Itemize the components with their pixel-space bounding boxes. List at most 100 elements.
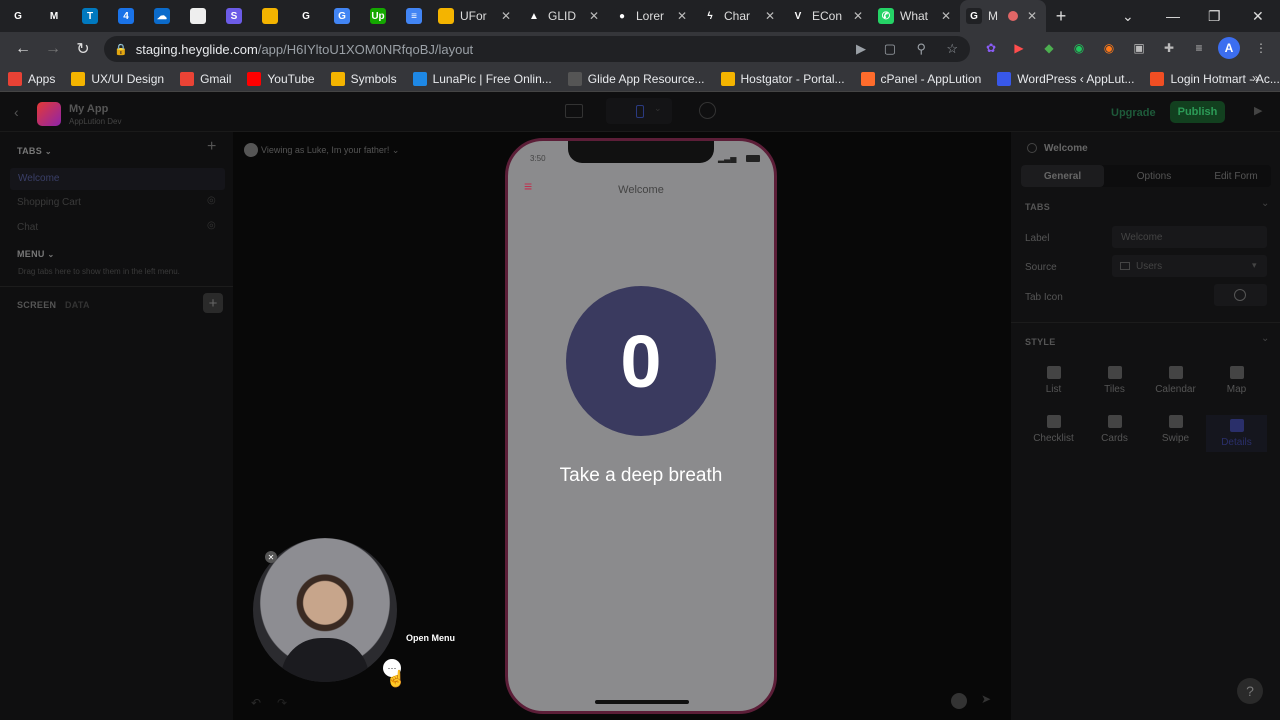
browser-tab[interactable]: G [288, 0, 324, 32]
upgrade-link[interactable]: Upgrade [1111, 107, 1156, 119]
bookmark-item[interactable]: Login Hotmart - Ac... [1142, 71, 1280, 86]
close-tab-icon[interactable]: ✕ [586, 9, 602, 23]
redo-icon[interactable]: ↷ [277, 696, 287, 710]
sidebar-item-shopping-cart[interactable]: Shopping Cart [17, 197, 81, 208]
media-control-icon[interactable]: ≡ [1188, 37, 1210, 59]
browser-tab[interactable]: G [0, 0, 36, 32]
browser-tab[interactable]: G [324, 0, 360, 32]
tabs-section-header[interactable]: TABS ⌄ [17, 146, 52, 156]
screen-tab[interactable]: SCREEN [17, 300, 56, 310]
browser-tab[interactable]: T [72, 0, 108, 32]
new-tab-button[interactable]: + [1046, 6, 1076, 27]
minimize-button[interactable]: — [1166, 0, 1180, 32]
url-bar[interactable]: 🔒 staging.heyglide.com/app/H6IYltoU1XOM0… [104, 36, 970, 62]
add-component-button[interactable]: + [203, 293, 223, 313]
add-tab-icon[interactable]: + [207, 138, 216, 156]
extension-box-icon[interactable]: ▣ [1128, 37, 1150, 59]
sidebar-item-chat[interactable]: Chat [17, 222, 38, 233]
browser-tab[interactable] [252, 0, 288, 32]
browser-tab[interactable]: ☁ [144, 0, 180, 32]
source-select[interactable]: Users ▾ [1112, 255, 1267, 277]
camera-icon[interactable]: ▶ [856, 41, 866, 57]
tab-edit-form[interactable]: Edit Form [1196, 171, 1276, 182]
bookmark-item[interactable]: Symbols [323, 71, 405, 86]
bookmark-item[interactable]: Hostgator - Portal... [713, 71, 853, 86]
style-option-swipe[interactable]: Swipe [1145, 415, 1206, 452]
browser-tab[interactable]: S [216, 0, 252, 32]
browser-menu-icon[interactable]: ⋮ [1250, 37, 1272, 59]
bookmark-item[interactable]: WordPress ‹ AppLut... [989, 71, 1142, 86]
record-icon[interactable] [951, 693, 967, 709]
tab-options[interactable]: Options [1114, 171, 1194, 182]
style-option-checklist[interactable]: Checklist [1023, 415, 1084, 452]
browser-tab[interactable] [180, 0, 216, 32]
profile-menu-icon[interactable]: ⌄ [1122, 0, 1134, 32]
restore-button[interactable]: ❐ [1208, 0, 1221, 32]
style-option-map[interactable]: Map [1206, 366, 1267, 395]
publish-button[interactable]: Publish [1170, 101, 1225, 123]
bookmark-item[interactable]: Gmail [172, 71, 239, 86]
bookmark-item[interactable]: cPanel - AppLution [853, 71, 990, 86]
hidden-eye-icon[interactable]: ◎ [207, 195, 216, 206]
extension-record-icon[interactable]: ▶ [1008, 37, 1030, 59]
tab-icon-picker[interactable] [1214, 284, 1267, 306]
label-input[interactable]: Welcome [1112, 226, 1267, 248]
menu-section-header[interactable]: MENU ⌄ [17, 249, 55, 259]
settings-icon[interactable] [699, 102, 716, 119]
tab-general[interactable]: General [1021, 165, 1104, 187]
bookmark-item[interactable]: YouTube [239, 71, 322, 86]
bookmark-item[interactable]: Glide App Resource... [560, 71, 713, 86]
forward-icon[interactable]: → [38, 40, 68, 58]
close-tab-icon[interactable]: ✕ [1024, 9, 1040, 23]
style-option-list[interactable]: List [1023, 366, 1084, 395]
style-option-cards[interactable]: Cards [1084, 415, 1145, 452]
sidebar-item-welcome[interactable]: Welcome [10, 168, 225, 190]
reload-icon[interactable]: ↻ [68, 39, 98, 59]
close-tab-icon[interactable]: ✕ [674, 9, 690, 23]
browser-tab[interactable]: 4 [108, 0, 144, 32]
close-tab-icon[interactable]: ✕ [498, 9, 514, 23]
layout-mode-toggle[interactable]: ⌄ [606, 98, 672, 124]
bookmark-item[interactable]: LunaPic | Free Onlin... [405, 71, 560, 86]
browser-tab[interactable]: ✆ What ✕ [872, 0, 960, 32]
browser-tab[interactable]: M [36, 0, 72, 32]
style-option-calendar[interactable]: Calendar [1145, 366, 1206, 395]
profile-avatar-icon[interactable]: A [1218, 37, 1240, 59]
browser-tab[interactable]: ● Lorer ✕ [608, 0, 696, 32]
style-option-tiles[interactable]: Tiles [1084, 366, 1145, 395]
zoom-icon[interactable]: ⚲ [916, 41, 926, 57]
back-icon[interactable]: ← [8, 40, 38, 58]
browser-tab[interactable]: UFor ✕ [432, 0, 520, 32]
style-option-details[interactable]: Details [1206, 415, 1267, 452]
undo-icon[interactable]: ↶ [251, 696, 261, 710]
extension-flower-icon[interactable]: ✿ [980, 37, 1002, 59]
data-tab[interactable]: DATA [65, 300, 90, 310]
extension-color-icon[interactable]: ◆ [1038, 37, 1060, 59]
bookmark-item[interactable]: Apps [0, 71, 63, 86]
send-icon[interactable]: ➤ [981, 692, 991, 706]
browser-tab[interactable]: G M ✕ [960, 0, 1046, 32]
close-tab-icon[interactable]: ✕ [850, 9, 866, 23]
browser-tab[interactable]: V ECon ✕ [784, 0, 872, 32]
extensions-puzzle-icon[interactable]: ✚ [1158, 37, 1180, 59]
app-name[interactable]: My App [69, 103, 108, 115]
close-tab-icon[interactable]: ✕ [938, 9, 954, 23]
counter-circle[interactable]: 0 [566, 286, 716, 436]
help-button[interactable]: ? [1237, 678, 1263, 704]
browser-tab[interactable]: Up [360, 0, 396, 32]
collapse-chevron-icon[interactable]: ⌄ [1261, 333, 1269, 344]
back-chevron-icon[interactable]: ‹ [14, 104, 19, 120]
data-editor-icon[interactable] [565, 104, 583, 118]
viewing-as-selector[interactable]: Viewing as Luke, Im your father! ⌄ [261, 145, 399, 156]
extension-orange-icon[interactable]: ◉ [1098, 37, 1120, 59]
close-window-button[interactable]: ✕ [1252, 0, 1264, 32]
extension-grammarly-icon[interactable]: ◉ [1068, 37, 1090, 59]
bookmark-item[interactable]: UX/UI Design [63, 71, 172, 86]
hidden-eye-icon[interactable]: ◎ [207, 220, 216, 231]
star-icon[interactable]: ☆ [946, 41, 958, 57]
clipboard-icon[interactable]: ▢ [884, 41, 896, 57]
browser-tab[interactable]: ≡ [396, 0, 432, 32]
play-icon[interactable]: ▶ [1254, 104, 1262, 117]
close-webcam-icon[interactable]: ✕ [265, 551, 277, 563]
bookmarks-overflow-icon[interactable]: » [1252, 71, 1259, 85]
